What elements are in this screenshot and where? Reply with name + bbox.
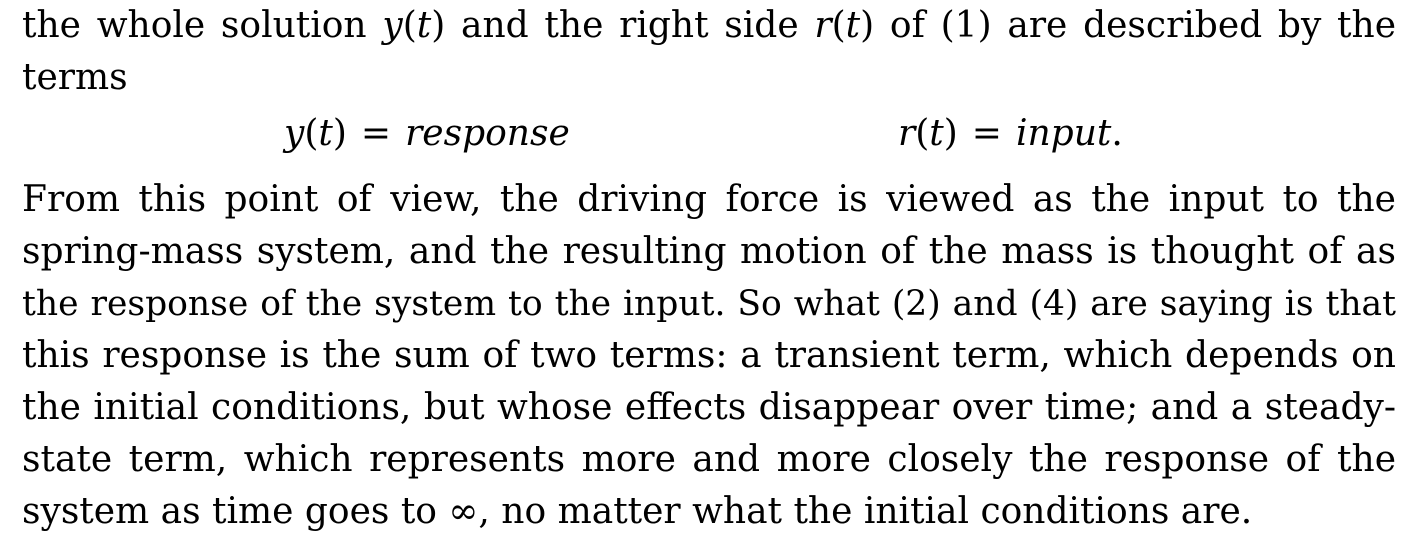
paragraph-line-5: the initial conditions, but whose effect… <box>22 387 1396 428</box>
intro-line-2: terms <box>22 57 128 98</box>
math-paren-close: ) <box>332 113 347 154</box>
math-var-y: y <box>382 5 403 46</box>
intro-line-1: the whole solution y(t) and the right si… <box>22 0 1396 52</box>
math-var-r: r <box>898 113 916 154</box>
math-var-t: t <box>845 5 861 46</box>
equals-sign: = <box>971 113 1002 154</box>
math-var-t: t <box>318 113 333 154</box>
period: . <box>1111 113 1123 154</box>
math-paren-close: ) <box>943 113 958 154</box>
math-paren-close: ) <box>860 5 875 46</box>
math-paren-open: ( <box>402 5 417 46</box>
paragraph-line-7: system as time goes to ∞, no matter what… <box>22 491 1253 532</box>
text-span: the whole solution <box>22 5 383 46</box>
document-page: the whole solution y(t) and the right si… <box>0 0 1414 546</box>
math-var-t: t <box>416 5 432 46</box>
equation-rhs-input: input <box>1015 113 1112 154</box>
paragraph-line-2: spring-mass system, and the resulting mo… <box>22 231 1396 272</box>
equation-response: y(t) = response <box>284 108 570 160</box>
math-var-r: r <box>814 5 832 46</box>
paragraph-line-3: the response of the system to the input.… <box>22 284 1396 324</box>
math-paren-close: ) <box>431 5 446 46</box>
text-span: of (1) are described by the <box>874 5 1397 46</box>
math-var-y: y <box>284 113 305 154</box>
text-span: and the right side <box>445 5 815 46</box>
paragraph-line-1: From this point of view, the driving for… <box>22 179 1396 220</box>
paragraph-line-6: state term, which represents more and mo… <box>22 439 1396 480</box>
equation-rhs-response: response <box>405 113 570 154</box>
equation-input: r(t) = input. <box>898 108 1123 160</box>
math-paren-open: ( <box>831 5 846 46</box>
math-var-t: t <box>929 113 944 154</box>
math-paren-open: ( <box>304 113 319 154</box>
paragraph-line-4: this response is the sum of two terms: a… <box>22 335 1396 376</box>
equals-sign: = <box>360 113 392 154</box>
math-paren-open: ( <box>915 113 930 154</box>
